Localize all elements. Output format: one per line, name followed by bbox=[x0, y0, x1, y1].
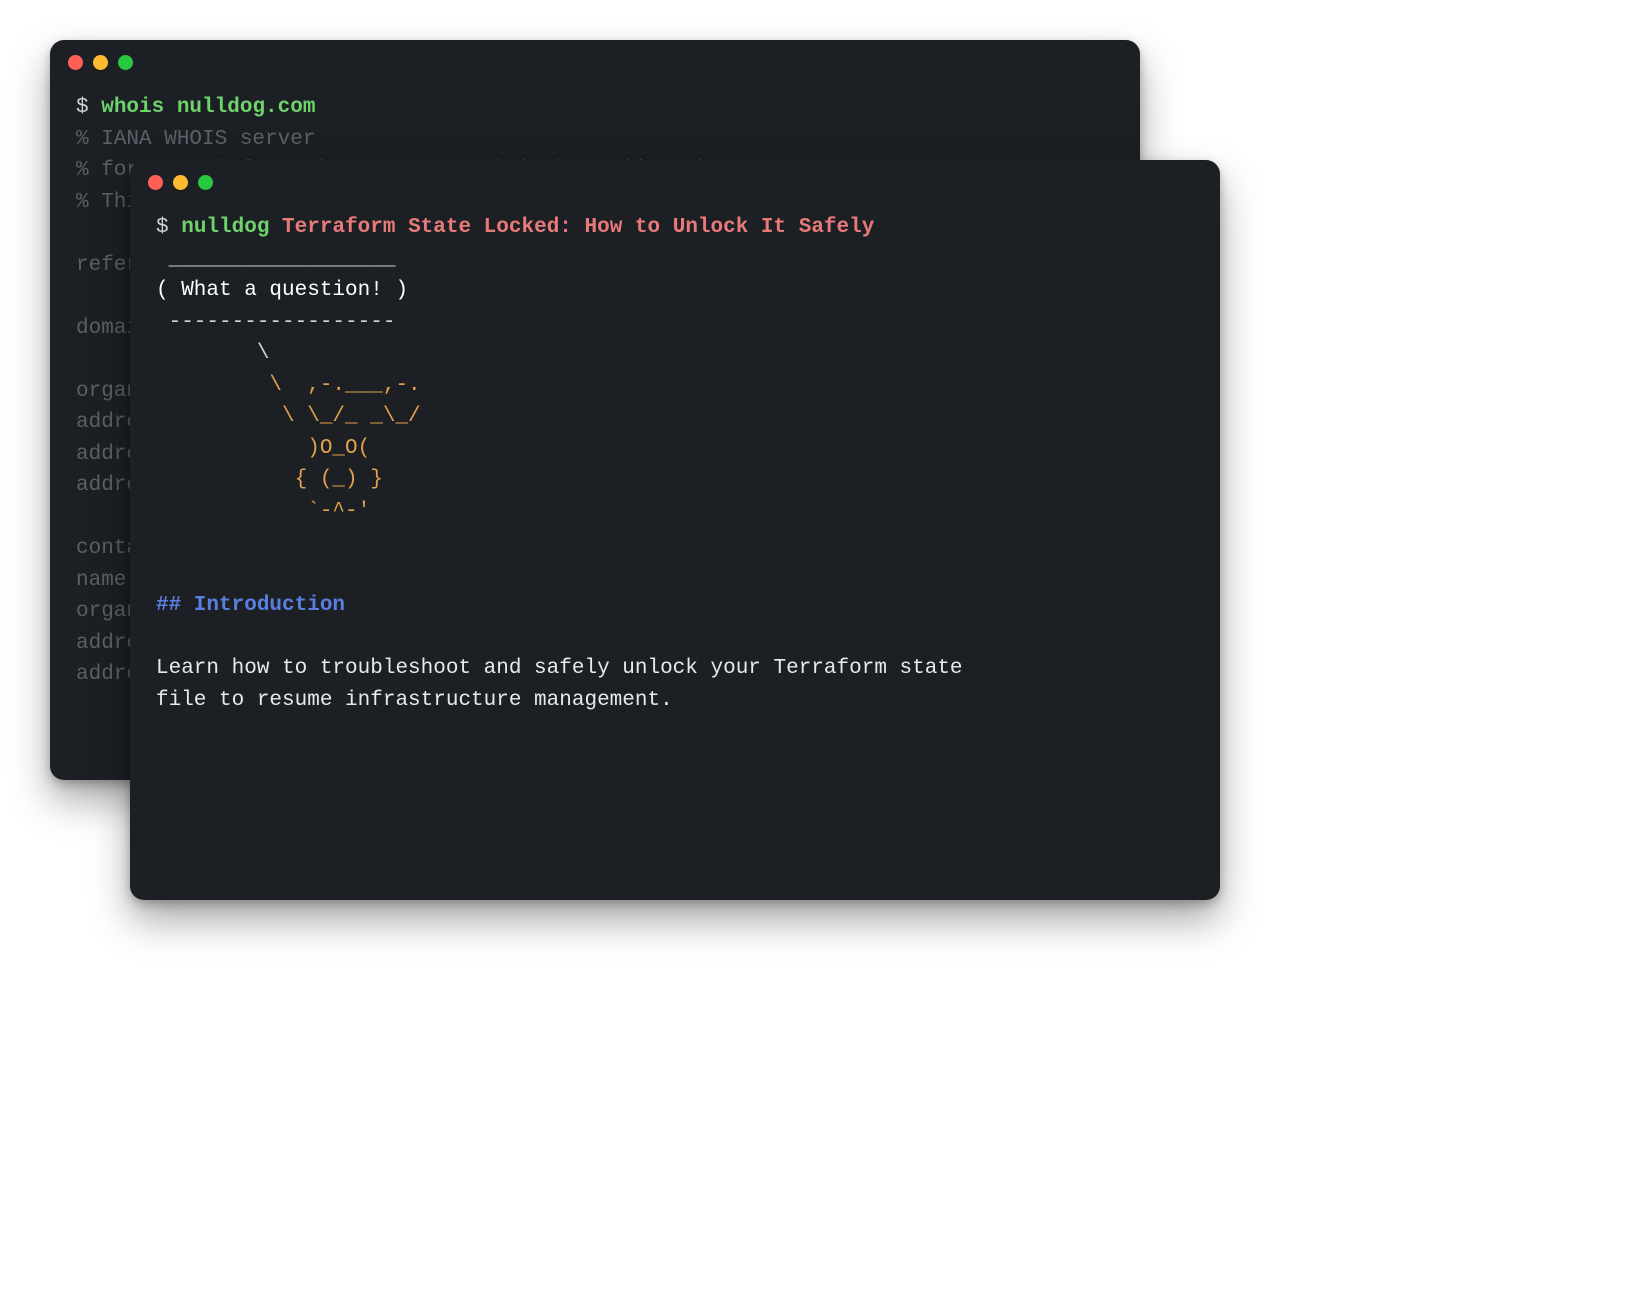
titlebar-front bbox=[130, 160, 1220, 204]
cow-line: \ bbox=[156, 342, 269, 365]
close-icon[interactable] bbox=[148, 175, 163, 190]
cow-line: )O_O( bbox=[156, 437, 370, 460]
command-text: whois nulldog.com bbox=[101, 96, 315, 119]
speech-bubble-text: ( What a question! ) bbox=[156, 279, 408, 302]
close-icon[interactable] bbox=[68, 55, 83, 70]
terminal-window-front: $ nulldog Terraform State Locked: How to… bbox=[130, 160, 1220, 900]
maximize-icon[interactable] bbox=[118, 55, 133, 70]
cow-line: `-^-' bbox=[156, 500, 370, 523]
section-heading: ## Introduction bbox=[156, 594, 345, 617]
body-text: file to resume infrastructure management… bbox=[156, 689, 673, 712]
cow-line: { (_) } bbox=[156, 468, 383, 491]
cow-line: \ ,-.___,-. bbox=[156, 374, 421, 397]
minimize-icon[interactable] bbox=[93, 55, 108, 70]
speech-bubble-top: __________________ bbox=[156, 248, 395, 271]
cow-line: \ \_/_ _\_/ bbox=[156, 405, 421, 428]
body-text: Learn how to troubleshoot and safely unl… bbox=[156, 657, 963, 680]
minimize-icon[interactable] bbox=[173, 175, 188, 190]
article-title: Terraform State Locked: How to Unlock It… bbox=[282, 216, 874, 239]
prompt-symbol: $ bbox=[76, 96, 101, 119]
terminal-content-front: $ nulldog Terraform State Locked: How to… bbox=[130, 204, 1220, 742]
speech-bubble-bottom: ------------------ bbox=[156, 311, 395, 334]
output-line: % IANA WHOIS server bbox=[76, 128, 315, 151]
maximize-icon[interactable] bbox=[198, 175, 213, 190]
command-text: nulldog bbox=[181, 216, 269, 239]
titlebar-back bbox=[50, 40, 1140, 84]
prompt-symbol: $ bbox=[156, 216, 181, 239]
